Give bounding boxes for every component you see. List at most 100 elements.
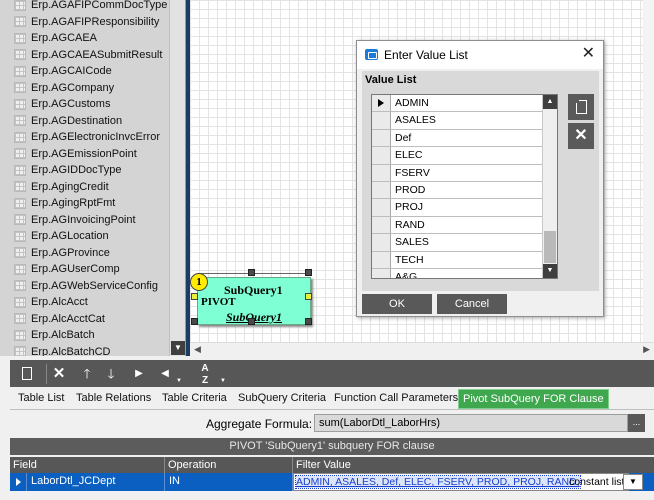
table-row[interactable]: LaborDtl_JCDept IN ADMIN, ASALES, Def, E… <box>10 473 654 491</box>
table-list-item[interactable]: Erp.AGCAEASubmitResult <box>0 47 170 64</box>
aggregate-formula-field[interactable]: sum(LaborDtl_LaborHrs) <box>314 414 628 432</box>
delete-icon[interactable]: ✕ <box>48 360 70 388</box>
row-selector[interactable] <box>372 269 391 278</box>
value-list-grid[interactable]: ADMIN ASALES Def ELEC FSERV PROD PROJ RAND SALES… <box>371 94 558 279</box>
value-cell[interactable]: FSERV <box>395 167 430 179</box>
table-list-item[interactable]: Erp.AgingCredit <box>0 179 170 196</box>
new-document-icon[interactable] <box>568 94 594 120</box>
table-list-item[interactable]: Erp.AGDestination <box>0 113 170 130</box>
scroll-right-icon[interactable]: ▶ <box>643 344 650 355</box>
dialog-titlebar[interactable]: Enter Value List ✕ <box>357 41 603 69</box>
resize-handle[interactable] <box>305 293 312 300</box>
list-item[interactable]: PROD <box>372 182 544 200</box>
value-cell[interactable]: ASALES <box>395 114 436 126</box>
table-list-item[interactable]: Erp.AGAFIPResponsibility <box>0 14 170 31</box>
move-up-icon[interactable]: 🡑 <box>76 360 98 388</box>
column-header-filter-value[interactable]: Filter Value <box>293 457 654 473</box>
row-selector[interactable] <box>372 147 391 164</box>
scroll-up-icon[interactable]: ▲ <box>543 95 557 109</box>
list-item[interactable]: ASALES <box>372 112 544 130</box>
value-cell[interactable]: SALES <box>395 236 429 248</box>
resize-handle[interactable] <box>191 293 198 300</box>
table-list-item[interactable]: Erp.AGCustoms <box>0 96 170 113</box>
row-selector[interactable] <box>372 216 391 234</box>
tab-table-criteria[interactable]: Table Criteria <box>158 389 231 409</box>
tab-table-list[interactable]: Table List <box>14 389 68 409</box>
ok-button[interactable]: OK <box>362 294 432 314</box>
tab-table-relations[interactable]: Table Relations <box>72 389 155 409</box>
list-item[interactable]: TECH <box>372 251 544 269</box>
value-cell[interactable]: RAND <box>395 219 425 231</box>
resize-handle[interactable] <box>248 318 255 325</box>
row-selector[interactable] <box>372 182 391 199</box>
table-list-item[interactable]: Erp.AGCAEA <box>0 30 170 47</box>
table-list-item[interactable]: Erp.AGInvoicingPoint <box>0 212 170 229</box>
table-list-item[interactable]: Erp.AGElectronicInvcError <box>0 129 170 146</box>
column-header-operation[interactable]: Operation <box>165 457 293 473</box>
list-item[interactable]: Def <box>372 129 544 148</box>
list-item[interactable]: PROJ <box>372 199 544 217</box>
resize-handle[interactable] <box>305 269 312 276</box>
list-item[interactable]: FSERV <box>372 164 544 182</box>
list-item[interactable]: SALES <box>372 234 544 252</box>
scroll-down-button[interactable]: ▼ <box>171 341 185 355</box>
table-list-item[interactable]: Erp.AgingRptFmt <box>0 195 170 212</box>
row-selector[interactable] <box>372 199 391 216</box>
table-list-item[interactable]: Erp.AlcBatch <box>0 327 170 344</box>
new-document-icon[interactable] <box>14 360 40 388</box>
filter-dropdown-icon[interactable]: ▼ <box>623 474 643 490</box>
aggregate-browse-button[interactable]: ... <box>628 414 645 432</box>
operation-cell[interactable]: IN <box>165 473 293 491</box>
chevron-down-icon[interactable]: ▼ <box>220 378 226 384</box>
filter-value-cell[interactable]: ADMIN, ASALES, Def, ELEC, FSERV, PROD, P… <box>293 473 629 491</box>
table-list-item[interactable]: Erp.AlcAcctCat <box>0 311 170 328</box>
row-selector[interactable] <box>372 129 391 147</box>
resize-handle[interactable] <box>248 269 255 276</box>
list-item[interactable]: ADMIN <box>372 95 544 113</box>
move-down-icon[interactable]: 🡓 <box>100 360 122 388</box>
cancel-button[interactable]: Cancel <box>437 294 507 314</box>
value-cell[interactable]: TECH <box>395 254 424 266</box>
scrollbar-thumb[interactable] <box>544 231 556 263</box>
chevron-down-icon[interactable]: ▼ <box>176 378 182 384</box>
column-header-field[interactable]: Field <box>10 457 165 473</box>
table-list-item[interactable]: Erp.AGEmissionPoint <box>0 146 170 163</box>
scroll-left-icon[interactable]: ◀ <box>194 344 201 355</box>
filter-value-text[interactable]: ADMIN, ASALES, Def, ELEC, FSERV, PROD, P… <box>295 475 581 489</box>
row-selector[interactable] <box>372 164 391 181</box>
list-item[interactable]: ELEC <box>372 147 544 165</box>
list-item[interactable]: A&G <box>372 269 544 278</box>
row-selector[interactable] <box>372 234 391 251</box>
row-selector[interactable] <box>372 112 391 129</box>
sort-az-icon[interactable]: AZ <box>194 360 216 388</box>
canvas-vertical-scrollbar[interactable] <box>643 0 654 342</box>
table-list-item[interactable]: Erp.AGProvince <box>0 245 170 262</box>
table-list-item[interactable]: Erp.AGAFIPCommDocType <box>0 0 170 14</box>
value-cell[interactable]: PROD <box>395 184 425 196</box>
move-right-icon[interactable]: ▶ <box>128 360 150 388</box>
resize-handle[interactable] <box>305 318 312 325</box>
resize-handle[interactable] <box>191 318 198 325</box>
value-cell[interactable]: Def <box>395 132 411 144</box>
table-list-item[interactable]: Erp.AGCompany <box>0 80 170 97</box>
value-cell[interactable]: A&G <box>395 271 417 278</box>
table-list-item[interactable]: Erp.AGLocation <box>0 228 170 245</box>
value-cell[interactable]: ELEC <box>395 149 422 161</box>
table-list-item[interactable]: Erp.AGUserComp <box>0 261 170 278</box>
move-left-icon[interactable]: ◀ <box>154 360 176 388</box>
close-icon[interactable]: ✕ <box>582 45 595 63</box>
value-list-scrollbar[interactable]: ▲ ▼ <box>542 95 557 278</box>
field-cell[interactable]: LaborDtl_JCDept <box>27 473 165 491</box>
scroll-down-icon[interactable]: ▼ <box>543 264 557 278</box>
table-list-item[interactable]: Erp.AlcBatchCD <box>0 344 170 356</box>
value-cell[interactable]: ADMIN <box>395 97 429 109</box>
table-list-scrollbar[interactable]: ▼ <box>169 0 185 356</box>
delete-x-icon[interactable]: ✕ <box>568 123 594 149</box>
row-selector[interactable] <box>372 251 391 268</box>
tab-subquery-criteria[interactable]: SubQuery Criteria <box>234 389 330 409</box>
table-list-item[interactable]: Erp.AGIDDocType <box>0 162 170 179</box>
table-list-item[interactable]: Erp.AlcAcct <box>0 294 170 311</box>
value-cell[interactable]: PROJ <box>395 201 423 213</box>
list-item[interactable]: RAND <box>372 216 544 235</box>
table-list-item[interactable]: Erp.AGWebServiceConfig <box>0 278 170 295</box>
